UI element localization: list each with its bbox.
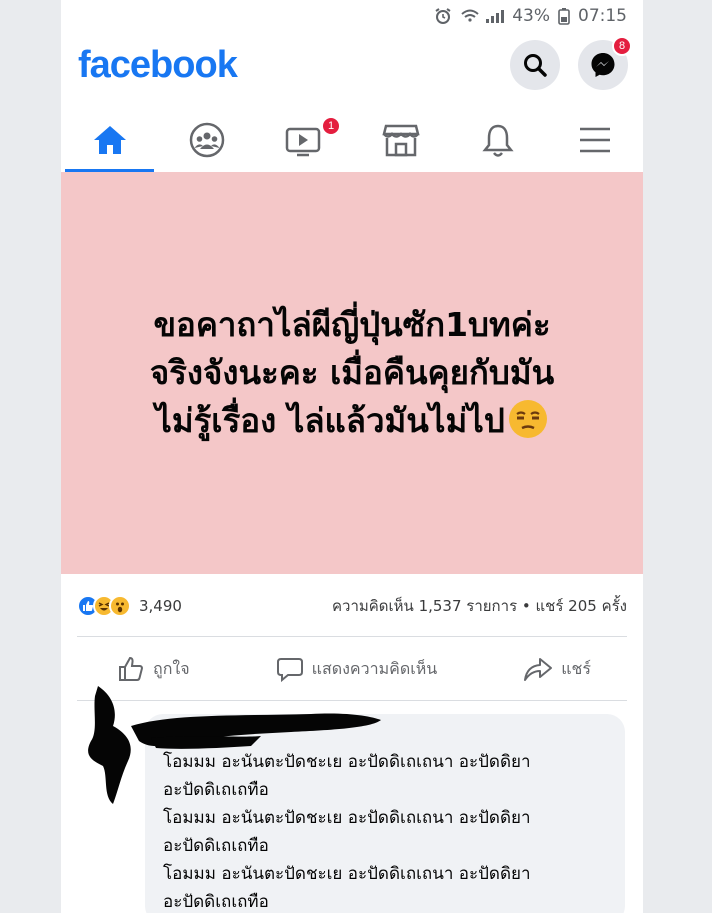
redaction-scribble — [131, 713, 381, 749]
video-icon — [285, 127, 320, 157]
facebook-app: 43% 07:15 facebook 8 1 ขอคาถาไล่ผีญี่ปุ่… — [61, 0, 643, 913]
tab-menu[interactable] — [546, 108, 643, 172]
share-button[interactable]: แชร์ — [487, 655, 627, 683]
post-text: ขอคาถาไล่ผีญี่ปุ่นซัก1บทค่ะ จริงจังนะคะ … — [92, 301, 612, 445]
thumbs-up-icon — [119, 656, 143, 681]
messenger-badge: 8 — [612, 36, 632, 56]
comment-button[interactable]: แสดงความคิดเห็น — [240, 655, 474, 683]
tab-home[interactable] — [61, 108, 158, 172]
comment-text: โอมมม อะนันตะปัดชะเย อะปัดดิเถเถนา อะปัด… — [163, 752, 531, 912]
post-line: จริงจังนะคะ เมื่อคืนคุยกับมัน — [149, 353, 555, 392]
menu-icon — [579, 127, 610, 153]
facebook-logo[interactable]: facebook — [78, 44, 238, 87]
bell-icon — [481, 124, 514, 157]
like-button[interactable]: ถูกใจ — [77, 655, 226, 683]
reaction-count: 3,490 — [139, 597, 182, 615]
like-label: ถูกใจ — [153, 658, 190, 678]
main-nav: 1 — [61, 108, 643, 172]
home-icon — [93, 126, 126, 154]
tab-marketplace[interactable] — [352, 108, 449, 172]
comment-label: แสดงความคิดเห็น — [311, 658, 438, 678]
share-label: แชร์ — [561, 658, 591, 678]
app-header: facebook 8 — [61, 32, 643, 102]
tab-groups[interactable] — [158, 108, 255, 172]
search-icon — [524, 54, 547, 77]
post-stats: 3,490 ความคิดเห็น 1,537 รายการ • แชร์ 20… — [77, 588, 627, 624]
wow-reaction-icon — [109, 595, 131, 617]
status-bar: 43% 07:15 — [61, 0, 643, 32]
comment-icon — [276, 658, 303, 683]
post-line: ไม่รู้เรื่อง ไล่แล้วมันไม่ไป — [155, 401, 505, 440]
alarm-icon — [434, 7, 452, 25]
marketplace-icon — [381, 124, 420, 157]
tab-watch[interactable]: 1 — [255, 108, 352, 172]
unamused-face-emoji-icon — [508, 400, 547, 438]
watch-badge: 1 — [321, 116, 341, 136]
divider — [77, 636, 627, 637]
comments-shares-count[interactable]: ความคิดเห็น 1,537 รายการ • แชร์ 205 ครั้… — [332, 594, 627, 618]
post-line-with-emoji: ไม่รู้เรื่อง ไล่แล้วมันไม่ไป — [92, 397, 612, 445]
search-button[interactable] — [510, 40, 560, 90]
messenger-button[interactable]: 8 — [578, 36, 632, 90]
clock-time: 07:15 — [578, 6, 627, 26]
battery-percent: 43% — [512, 6, 550, 26]
post-line: ขอคาถาไล่ผีญี่ปุ่นซัก1บทค่ะ — [153, 305, 551, 344]
messenger-icon — [591, 53, 615, 77]
groups-icon — [189, 122, 224, 158]
wifi-signal-icon — [460, 8, 505, 24]
battery-icon — [558, 7, 570, 25]
tab-notifications[interactable] — [449, 108, 546, 172]
share-icon — [524, 658, 553, 681]
reactions-summary[interactable]: 3,490 — [77, 595, 182, 617]
post-status-card: ขอคาถาไล่ผีญี่ปุ่นซัก1บทค่ะ จริงจังนะคะ … — [61, 172, 643, 574]
